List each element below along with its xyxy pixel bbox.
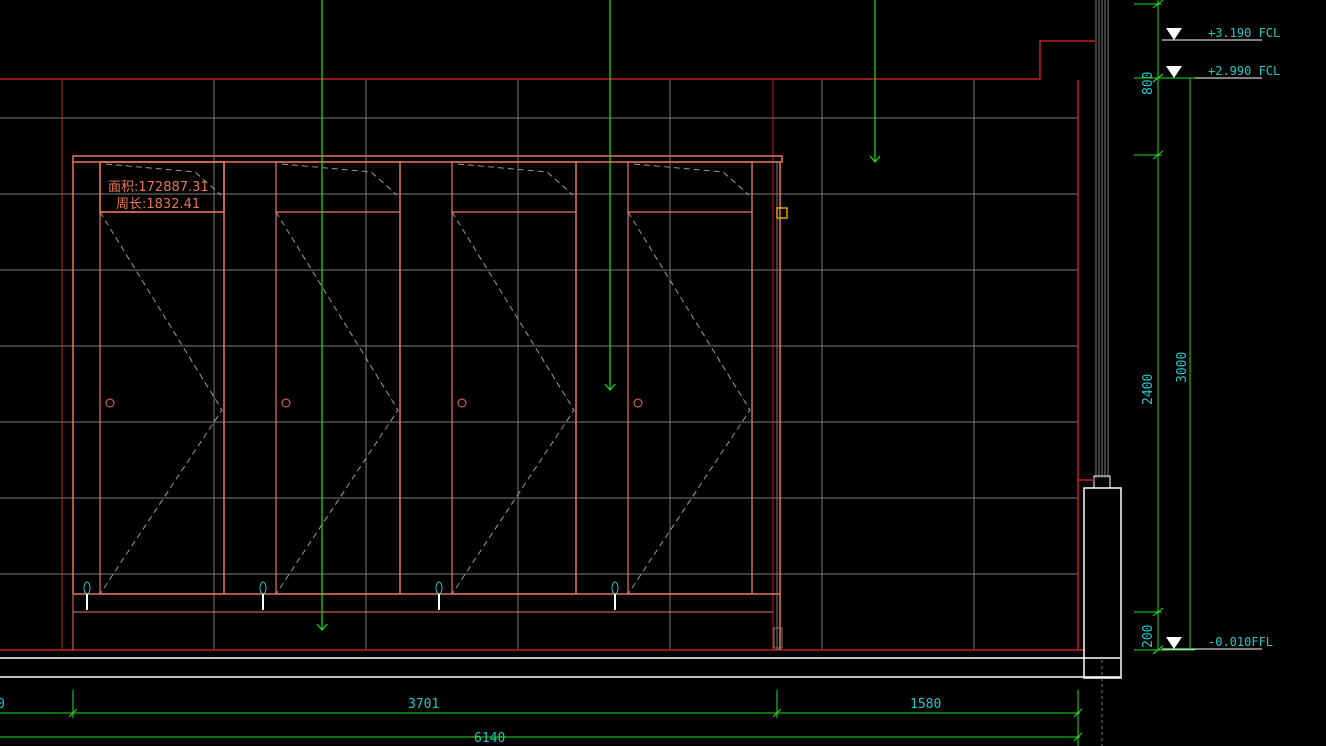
level-label-top: +3.190 FCL	[1208, 26, 1280, 40]
dim-3000: 3000	[1175, 352, 1190, 383]
level-markers: +3.190 FCL +2.990 FCL -0.010FFL	[1162, 26, 1280, 650]
door-swing-top	[633, 163, 750, 196]
door-swing-line	[451, 211, 575, 595]
selection-grip-handle[interactable]	[776, 207, 788, 219]
dim-3701: 3701	[408, 697, 439, 712]
area-annotation[interactable]: 面积:172887.31 周长:1832.41	[99, 161, 225, 213]
right-wall-section	[1078, 0, 1122, 746]
end-post-foot	[773, 627, 783, 649]
dim-1580: 1580	[910, 697, 941, 712]
support-leg-cap	[259, 581, 267, 595]
level-label-floor: -0.010FFL	[1208, 635, 1273, 649]
support-leg-cap	[83, 581, 91, 595]
door-swing-line	[627, 211, 751, 595]
stall-door	[451, 161, 577, 595]
dim-800: 800	[1141, 72, 1156, 95]
stall-door	[275, 161, 401, 595]
level-marker-ceiling: +2.990 FCL	[1162, 64, 1280, 79]
door-swing-line	[99, 211, 223, 595]
door-handle	[457, 398, 467, 408]
support-leg-cap	[611, 581, 619, 595]
door-swing-line	[275, 211, 399, 595]
door-handle	[281, 398, 291, 408]
perimeter-label: 周长:1832.41	[116, 197, 200, 212]
wall-tile-grid	[0, 80, 1078, 650]
ceiling-line	[0, 40, 1095, 80]
level-marker-floor: -0.010FFL	[1162, 635, 1273, 650]
dim-200: 200	[1141, 625, 1156, 648]
wall-outline	[0, 40, 1120, 678]
door-handle	[633, 398, 643, 408]
stall-door	[99, 161, 225, 595]
cad-elevation-drawing: 面积:172887.31 周长:1832.41 800 2400 200 300…	[0, 0, 1280, 746]
level-label-ceiling: +2.990 FCL	[1208, 64, 1280, 78]
dimension-lines	[0, 0, 1195, 746]
wall-column	[1083, 487, 1122, 679]
dim-2400: 2400	[1141, 374, 1156, 405]
area-label: 面积:172887.31	[108, 180, 209, 195]
dim-6140: 6140	[474, 731, 505, 746]
dim-0: 0	[0, 697, 5, 712]
vertical-dimensions: 800 2400 200 3000	[1141, 72, 1190, 648]
support-leg-cap	[435, 581, 443, 595]
door-swing-top	[457, 163, 574, 196]
leader-lines	[316, 0, 881, 631]
stall-door	[627, 161, 753, 595]
headrail	[72, 155, 783, 163]
toilet-partitions	[72, 155, 783, 650]
horizontal-dimensions: 0 3701 1580 6140	[0, 697, 941, 746]
door-handle	[105, 398, 115, 408]
level-marker-top: +3.190 FCL	[1162, 26, 1280, 41]
door-swing-top	[281, 163, 398, 196]
